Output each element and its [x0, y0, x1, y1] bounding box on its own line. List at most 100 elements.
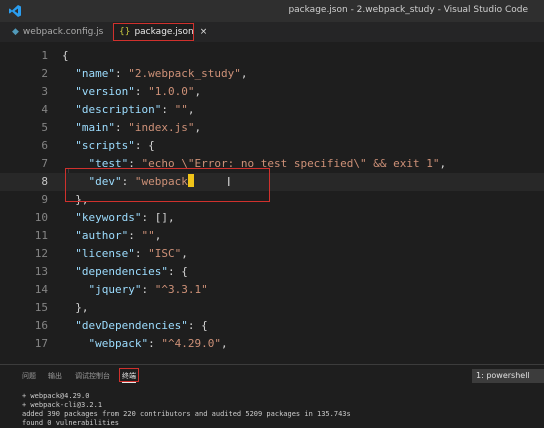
punctuation — [62, 67, 75, 80]
line-number: 5 — [41, 121, 48, 134]
punctuation: , — [194, 121, 202, 134]
punctuation: , — [240, 67, 248, 80]
code-text: "description": "", — [62, 101, 194, 119]
punctuation — [62, 85, 75, 98]
code-line[interactable]: 1{ — [0, 47, 544, 65]
punctuation: : — [128, 229, 142, 242]
code-editor[interactable]: 1{2 "name": "2.webpack_study", 3 "version… — [0, 42, 544, 364]
terminal-line: + webpack@4.29.0 — [22, 392, 90, 400]
bottom-panel: 问题 输出 调试控制台 终端 1: powershell + webpack@4… — [0, 364, 544, 428]
code-text: "author": "", — [62, 227, 161, 245]
code-text: "dev": "webpack — [62, 173, 194, 191]
punctuation — [62, 337, 89, 350]
json-string: "index.js" — [128, 121, 195, 134]
punctuation: : — [121, 175, 135, 188]
punctuation: : — [115, 121, 129, 134]
json-string: "^4.29.0" — [161, 337, 221, 350]
code-text: "license": "ISC", — [62, 245, 188, 263]
punctuation — [62, 229, 75, 242]
code-text: "scripts": { — [62, 137, 155, 155]
code-line[interactable]: 14 "jquery": "^3.3.1" — [0, 281, 544, 299]
code-line[interactable]: 13 "dependencies": { — [0, 263, 544, 281]
terminal-select[interactable]: 1: powershell — [472, 369, 544, 383]
tab-webpack-config[interactable]: ◆ webpack.config.js — [6, 22, 104, 42]
json-key: "license" — [75, 247, 135, 260]
code-text: "test": "echo \"Error: no test specified… — [62, 155, 447, 173]
punctuation — [62, 121, 75, 134]
json-string: "" — [141, 229, 155, 242]
punctuation: : { — [134, 139, 155, 152]
code-line[interactable]: 9 }, — [0, 191, 544, 209]
punctuation: , — [187, 103, 195, 116]
code-text: "jquery": "^3.3.1" — [62, 281, 208, 299]
punctuation: , — [220, 337, 228, 350]
json-key: "webpack" — [88, 337, 149, 350]
punctuation — [62, 139, 75, 152]
json-file-icon: {} — [119, 27, 131, 37]
tab-package-json[interactable]: {} package.json × — [113, 22, 207, 42]
tab-label: package.json — [134, 27, 194, 37]
json-string: "webpack — [134, 175, 188, 188]
code-text: }, — [62, 191, 89, 209]
code-line[interactable]: 17 "webpack": "^4.29.0", — [0, 335, 544, 353]
tab-debug-console[interactable]: 调试控制台 — [75, 371, 110, 381]
json-string: "" — [174, 103, 188, 116]
punctuation: }, — [62, 301, 89, 314]
line-number: 16 — [34, 319, 48, 332]
code-line[interactable]: 16 "devDependencies": { — [0, 317, 544, 335]
punctuation: : — [148, 337, 162, 350]
code-line[interactable]: 6 "scripts": { — [0, 137, 544, 155]
punctuation — [62, 103, 75, 116]
tab-problems[interactable]: 问题 — [22, 371, 36, 381]
json-string: "^3.3.1" — [154, 283, 208, 296]
json-key: "scripts" — [75, 139, 135, 152]
line-number: 13 — [34, 265, 48, 278]
json-key: "main" — [75, 121, 115, 134]
code-line[interactable]: 5 "main": "index.js", — [0, 119, 544, 137]
vscode-logo-icon — [9, 5, 21, 17]
code-line[interactable]: 15 }, — [0, 299, 544, 317]
code-line[interactable]: 3 "version": "1.0.0", — [0, 83, 544, 101]
code-line[interactable]: 2 "name": "2.webpack_study", — [0, 65, 544, 83]
tab-terminal[interactable]: 终端 — [122, 371, 136, 383]
punctuation: : — [128, 157, 142, 170]
json-key: "version" — [75, 85, 135, 98]
code-line[interactable]: 12 "license": "ISC", — [0, 245, 544, 263]
punctuation: , — [181, 247, 188, 260]
code-text: "devDependencies": { — [62, 317, 208, 335]
line-number: 2 — [41, 67, 48, 80]
code-line[interactable]: 4 "description": "", — [0, 101, 544, 119]
code-text: "webpack": "^4.29.0", — [62, 335, 228, 353]
line-number: 10 — [34, 211, 48, 224]
code-line[interactable]: 7 "test": "echo \"Error: no test specifi… — [0, 155, 544, 173]
json-key: "devDependencies" — [75, 319, 188, 332]
json-string: "echo \"Error: no test specified\" && ex… — [141, 157, 440, 170]
punctuation — [62, 157, 89, 170]
code-text: { — [62, 47, 69, 65]
punctuation: , — [154, 229, 162, 242]
punctuation: : — [134, 247, 149, 260]
json-key: "description" — [75, 103, 162, 116]
code-line[interactable]: 8 "dev": "webpack — [0, 173, 544, 191]
punctuation: : — [161, 103, 175, 116]
code-line[interactable]: 10 "keywords": [], — [0, 209, 544, 227]
tab-output[interactable]: 输出 — [48, 371, 62, 381]
editor-tab-bar: ◆ webpack.config.js {} package.json × — [0, 22, 544, 43]
code-line[interactable]: 11 "author": "", — [0, 227, 544, 245]
window-title: package.json - 2.webpack_study - Visual … — [288, 5, 528, 15]
punctuation: , — [194, 85, 202, 98]
line-number: 7 — [41, 157, 48, 170]
js-file-icon: ◆ — [12, 27, 19, 37]
punctuation — [62, 175, 89, 188]
punctuation: : { — [187, 319, 208, 332]
close-tab-icon[interactable]: × — [200, 27, 208, 37]
json-string: "2.webpack_study" — [128, 67, 241, 80]
json-string: "1.0.0" — [148, 85, 195, 98]
punctuation: }, — [62, 193, 89, 206]
punctuation — [62, 247, 75, 260]
line-number: 3 — [41, 85, 48, 98]
punctuation: : — [134, 85, 149, 98]
line-number: 14 — [34, 283, 48, 296]
code-text: "version": "1.0.0", — [62, 83, 201, 101]
terminal-output[interactable]: + webpack@4.29.0 + webpack-cli@3.2.1 add… — [22, 392, 351, 428]
